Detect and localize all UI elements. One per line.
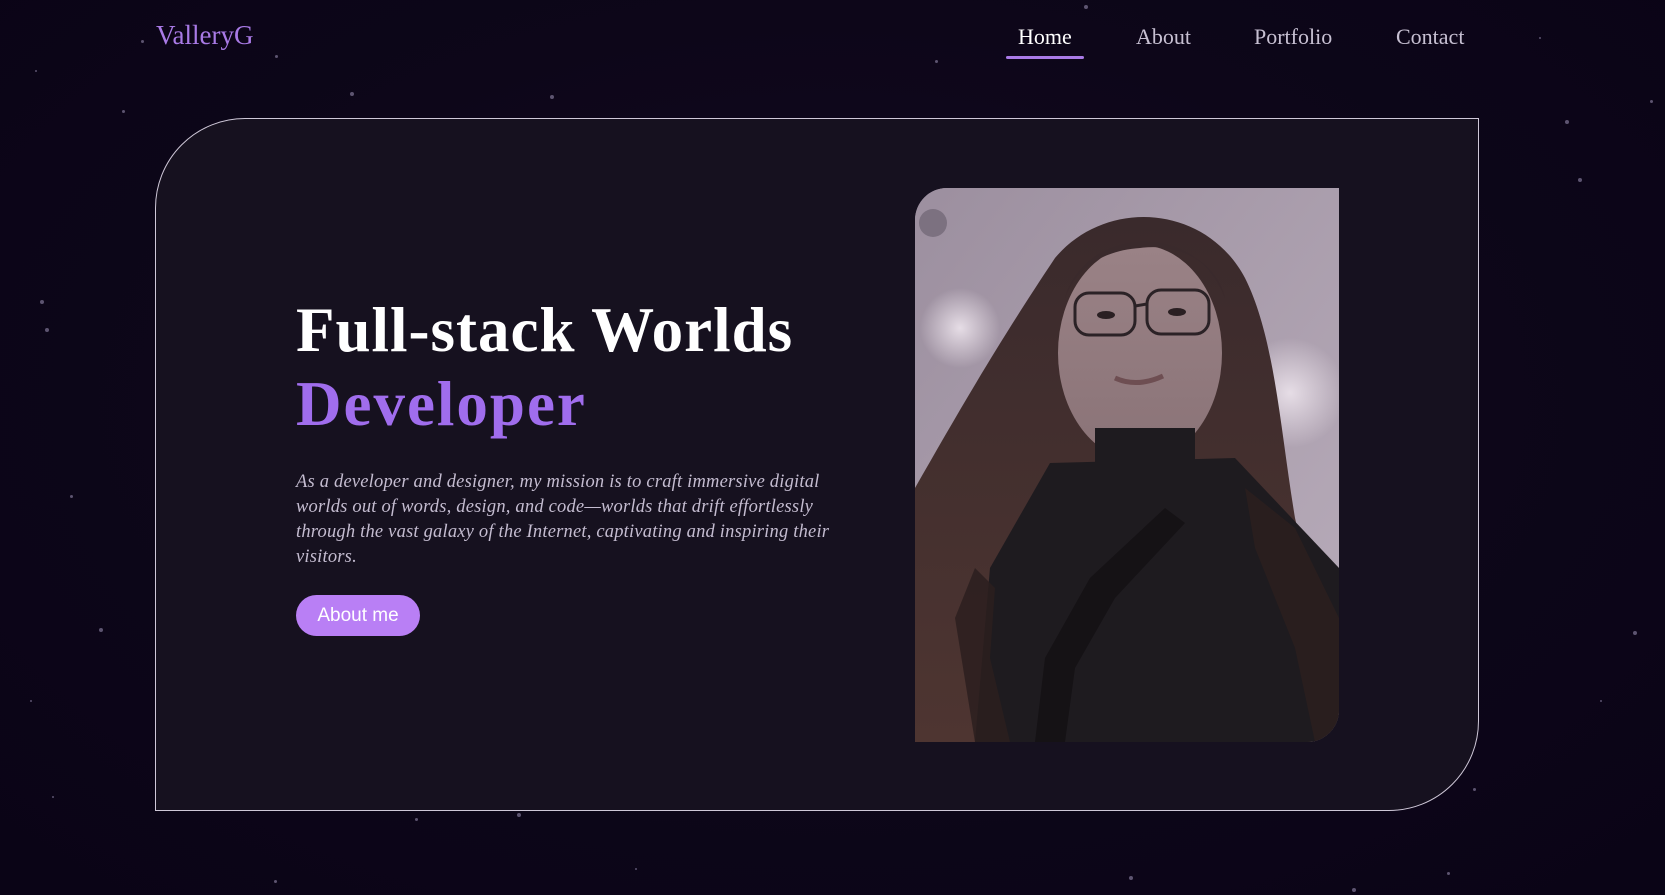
profile-photo <box>915 188 1339 742</box>
portrait-illustration <box>915 188 1339 742</box>
nav-link-contact[interactable]: Contact <box>1396 24 1464 50</box>
nav-link-label: Contact <box>1396 24 1465 49</box>
hero-card: Full-stack Worlds Developer As a develop… <box>155 118 1479 811</box>
star <box>635 868 637 870</box>
nav-link-home[interactable]: Home <box>1006 24 1084 59</box>
star <box>1633 631 1637 635</box>
star <box>1352 888 1356 892</box>
nav-link-label: Portfolio <box>1254 24 1333 49</box>
star <box>1600 700 1602 702</box>
star <box>99 628 103 632</box>
nav-link-about[interactable]: About <box>1136 24 1191 50</box>
star <box>45 328 49 332</box>
star <box>70 495 73 498</box>
star <box>52 796 54 798</box>
star <box>141 40 144 43</box>
star <box>415 818 418 821</box>
nav-link-portfolio[interactable]: Portfolio <box>1254 24 1332 50</box>
star <box>350 92 354 96</box>
hero-title-line1: Full-stack Worlds <box>296 295 794 365</box>
hero-title: Full-stack Worlds Developer <box>296 293 793 441</box>
star <box>30 700 32 702</box>
star <box>274 880 277 883</box>
star <box>1084 5 1088 9</box>
star <box>40 300 44 304</box>
nav-link-label: Home <box>1018 24 1072 49</box>
star <box>517 813 521 817</box>
star <box>1650 100 1653 103</box>
star <box>935 60 938 63</box>
star <box>1539 37 1541 39</box>
hero-description: As a developer and designer, my mission … <box>296 472 830 567</box>
hero-title-line2: Developer <box>296 369 587 439</box>
active-nav-indicator <box>1006 56 1084 59</box>
star <box>1473 788 1476 791</box>
star <box>1447 872 1450 875</box>
star <box>1578 178 1582 182</box>
star <box>35 70 37 72</box>
star <box>550 95 554 99</box>
brand-logo[interactable]: ValleryG <box>156 20 253 51</box>
star <box>122 110 125 113</box>
star <box>1565 120 1569 124</box>
about-me-button[interactable]: About me <box>296 595 420 636</box>
nav-link-label: About <box>1136 24 1191 49</box>
star <box>275 55 278 58</box>
star <box>1129 876 1133 880</box>
